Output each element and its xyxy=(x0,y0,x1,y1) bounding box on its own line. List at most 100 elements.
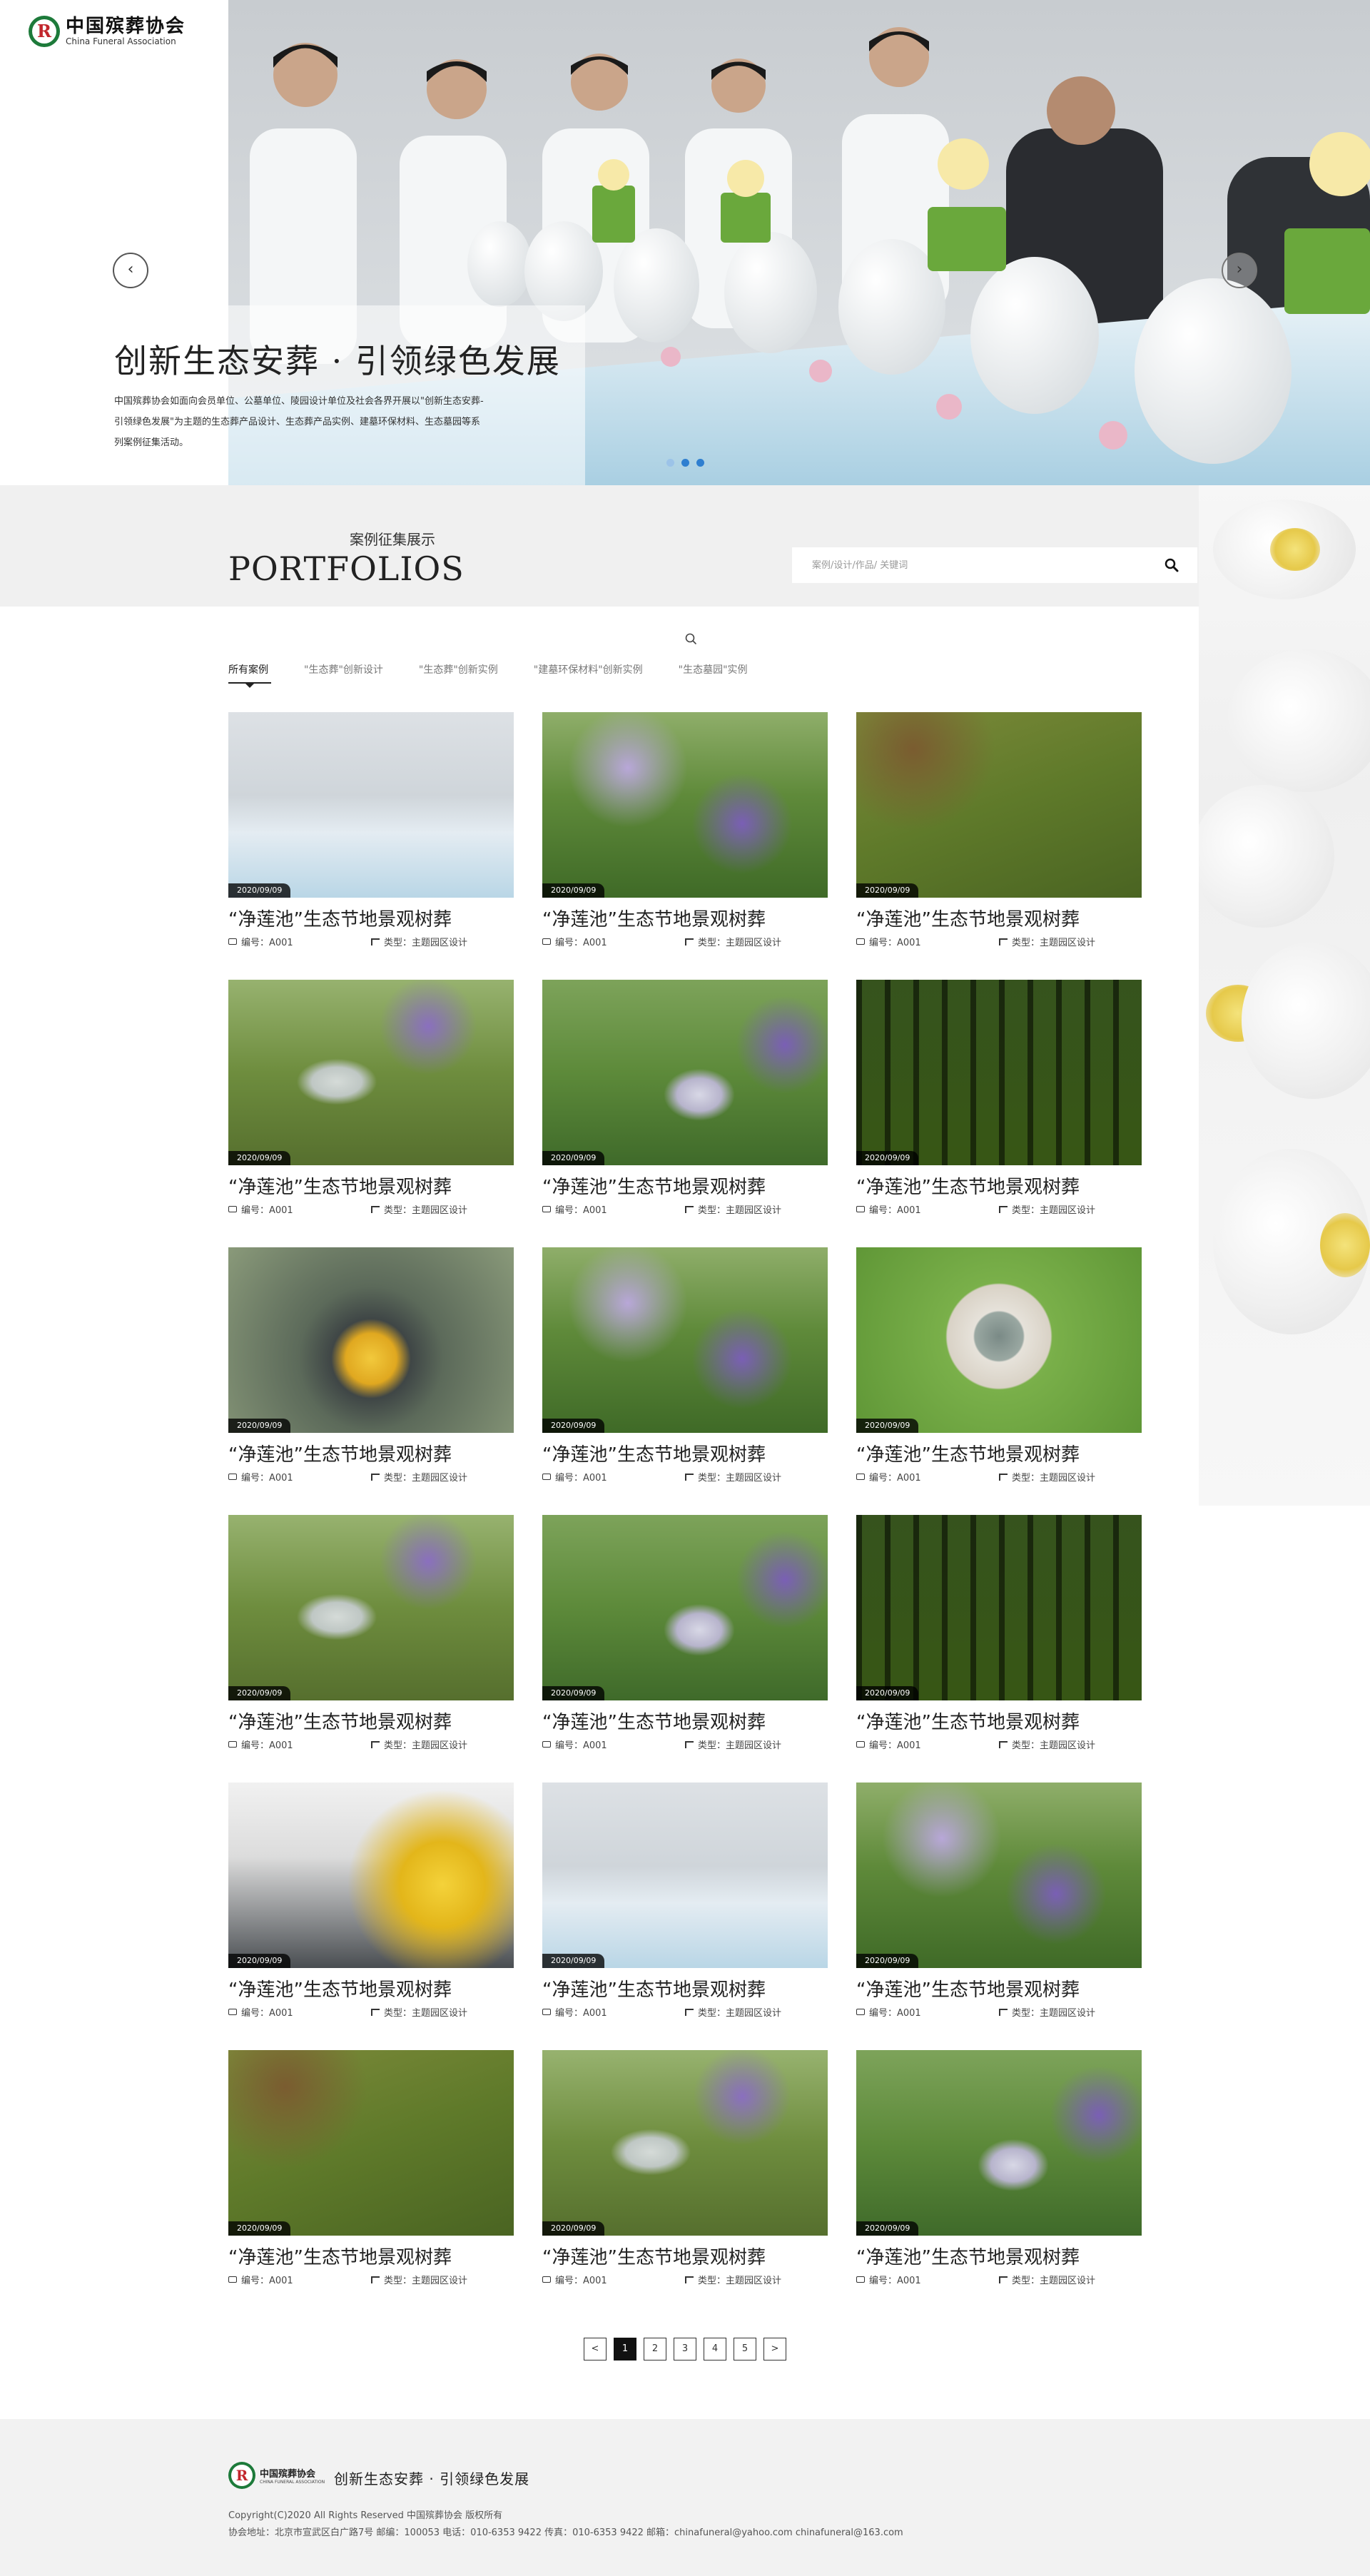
portfolio-card[interactable]: 2020/09/09 “净莲池”生态节地景观树葬编号：A001 类型：主题园区设计 xyxy=(228,1247,514,1515)
carousel-prev-button[interactable]: ‹ xyxy=(113,253,148,288)
search-bar xyxy=(792,547,1197,583)
tag-icon xyxy=(542,1206,551,1212)
portfolio-card[interactable]: 2020/09/09 “净莲池”生态节地景观树葬 编号：A001 类型：主题园区设计 xyxy=(856,712,1142,980)
carousel-next-button[interactable]: › xyxy=(1222,253,1257,288)
portfolio-card[interactable]: 2020/09/09 “净莲池”生态节地景观树葬 编号：A001 类型：主题园区设计 xyxy=(542,1247,828,1515)
carousel-dot[interactable] xyxy=(681,459,689,467)
card-title[interactable]: “净莲池”生态节地景观树葬 xyxy=(228,1979,514,2001)
card-code: 编号：A001 xyxy=(241,1473,293,1484)
card-code: 编号：A001 xyxy=(869,1205,921,1216)
site-logo[interactable]: 中国殡葬协会 China Funeral Association xyxy=(29,16,186,47)
filter-search-icon[interactable] xyxy=(683,631,699,646)
tab-category[interactable]: "生态葬"创新设计 xyxy=(304,662,383,684)
footer-logo[interactable]: 中国殡葬协会 CHINA FUNERAL ASSOCIATION xyxy=(228,2462,325,2489)
card-title[interactable]: “净莲池”生态节地景观树葬 xyxy=(856,909,1142,930)
card-title[interactable]: “净莲池”生态节地景观树葬 xyxy=(856,1177,1142,1198)
pagination-next-button[interactable]: > xyxy=(763,2338,786,2361)
card-thumbnail[interactable]: 2020/09/09 xyxy=(228,1247,514,1433)
carousel-dots xyxy=(666,459,704,467)
card-title[interactable]: “净莲池”生态节地景观树葬 xyxy=(856,1712,1142,1733)
card-thumbnail[interactable]: 2020/09/09 xyxy=(542,712,828,898)
card-thumbnail[interactable]: 2020/09/09 xyxy=(856,1515,1142,1700)
card-title[interactable]: “净莲池”生态节地景观树葬 xyxy=(542,2247,828,2268)
card-thumbnail[interactable]: 2020/09/09 xyxy=(228,1783,514,1968)
pagination-page-button[interactable]: 3 xyxy=(674,2338,696,2361)
portfolio-card[interactable]: 2020/09/09 “净莲池”生态节地景观树葬 编号：A001 类型：主题园区设计 xyxy=(856,1247,1142,1515)
carousel-dot[interactable] xyxy=(696,459,704,467)
tag-icon xyxy=(228,2276,237,2283)
category-icon xyxy=(999,1740,1008,1748)
portfolio-card[interactable]: 2020/09/09 “净莲池”生态节地景观树葬 编号：A001 类型：主题园区设计 xyxy=(228,2050,514,2318)
portfolio-card[interactable]: 2020/09/09 “净莲池”生态节地景观树葬编号：A001 类型：主题园区设计 xyxy=(228,1783,514,2050)
portfolio-card[interactable]: 2020/09/09 “净莲池”生态节地景观树葬 编号：A001 类型：主题园区设计 xyxy=(542,1515,828,1783)
card-type: 类型：主题园区设计 xyxy=(384,2276,468,2286)
card-date-badge: 2020/09/09 xyxy=(856,1686,919,1700)
pagination-page-button[interactable]: 1 xyxy=(614,2338,636,2361)
card-thumbnail[interactable]: 2020/09/09 xyxy=(856,2050,1142,2236)
footer-address: 协会地址：北京市宣武区白广路7号 邮编：100053 电话：010-6353 9… xyxy=(228,2527,903,2538)
search-icon[interactable] xyxy=(1163,557,1180,574)
portfolio-card[interactable]: 2020/09/09 “净莲池”生态节地景观树葬 编号：A001 类型：主题园区设计 xyxy=(542,2050,828,2318)
portfolio-card[interactable]: 2020/09/09 “净莲池”生态节地景观树葬 编号：A001 类型：主题园区设计 xyxy=(228,980,514,1247)
card-title[interactable]: “净莲池”生态节地景观树葬 xyxy=(228,909,514,930)
card-thumbnail[interactable]: 2020/09/09 xyxy=(542,1247,828,1433)
portfolio-card[interactable]: 2020/09/09 “净莲池”生态节地景观树葬 编号：A001 类型：主题园区设计 xyxy=(856,2050,1142,2318)
portfolio-card[interactable]: 2020/09/09 “净莲池”生态节地景观树葬 编号：A001 类型：主题园区设计 xyxy=(856,1515,1142,1783)
card-title[interactable]: “净莲池”生态节地景观树葬 xyxy=(542,909,828,930)
tab-category[interactable]: "建墓环保材料"创新实例 xyxy=(534,662,643,684)
portfolio-card[interactable]: 2020/09/09 “净莲池”生态节地景观树葬 编号：A001 类型：主题园区设计 xyxy=(856,980,1142,1247)
carousel-dot[interactable] xyxy=(666,459,674,467)
card-date-badge: 2020/09/09 xyxy=(542,1419,605,1433)
portfolio-card[interactable]: 2020/09/09 “净莲池”生态节地景观树葬编号：A001 类型：主题园区设计 xyxy=(856,1783,1142,2050)
tag-icon xyxy=(228,1474,237,1480)
card-thumbnail[interactable]: 2020/09/09 xyxy=(856,980,1142,1165)
tag-icon xyxy=(856,1474,865,1480)
card-title[interactable]: “净莲池”生态节地景观树葬 xyxy=(856,2247,1142,2268)
pagination-page-button[interactable]: 4 xyxy=(704,2338,726,2361)
card-thumbnail[interactable]: 2020/09/09 xyxy=(856,712,1142,898)
card-title[interactable]: “净莲池”生态节地景观树葬 xyxy=(228,2247,514,2268)
card-title[interactable]: “净莲池”生态节地景观树葬 xyxy=(856,1979,1142,2001)
card-thumbnail[interactable]: 2020/09/09 xyxy=(856,1783,1142,1968)
tag-icon xyxy=(228,1741,237,1748)
card-thumbnail[interactable]: 2020/09/09 xyxy=(542,980,828,1165)
tag-icon xyxy=(542,1741,551,1748)
card-title[interactable]: “净莲池”生态节地景观树葬 xyxy=(228,1712,514,1733)
card-title[interactable]: “净莲池”生态节地景观树葬 xyxy=(542,1177,828,1198)
card-meta: 编号：A001 类型：主题园区设计 xyxy=(228,1470,514,1484)
portfolio-card[interactable]: 2020/09/09 “净莲池”生态节地景观树葬 编号：A001 类型：主题园区设计 xyxy=(228,712,514,980)
category-icon xyxy=(999,1473,1008,1481)
search-input[interactable] xyxy=(812,547,1155,583)
pagination-page-button[interactable]: 2 xyxy=(644,2338,666,2361)
card-thumbnail[interactable]: 2020/09/09 xyxy=(228,1515,514,1700)
portfolio-card[interactable]: 2020/09/09 “净莲池”生态节地景观树葬 编号：A001 类型：主题园区设计 xyxy=(542,1783,828,2050)
category-icon xyxy=(371,1473,380,1481)
card-thumbnail[interactable]: 2020/09/09 xyxy=(228,980,514,1165)
card-title[interactable]: “净莲池”生态节地景观树葬 xyxy=(228,1444,514,1466)
tab-category[interactable]: 所有案例 xyxy=(228,662,271,688)
card-title[interactable]: “净莲池”生态节地景观树葬 xyxy=(228,1177,514,1198)
pagination-prev-button[interactable]: < xyxy=(584,2338,607,2361)
footer-logo-name-cn: 中国殡葬协会 xyxy=(260,2469,316,2480)
card-title[interactable]: “净莲池”生态节地景观树葬 xyxy=(542,1444,828,1466)
portfolio-card[interactable]: 2020/09/09 “净莲池”生态节地景观树葬 编号：A001 类型：主题园区设计 xyxy=(542,712,828,980)
card-thumbnail[interactable]: 2020/09/09 xyxy=(542,1783,828,1968)
card-thumbnail[interactable]: 2020/09/09 xyxy=(542,1515,828,1700)
card-thumbnail[interactable]: 2020/09/09 xyxy=(856,1247,1142,1433)
portfolio-card[interactable]: 2020/09/09 “净莲池”生态节地景观树葬 编号：A001 类型：主题园区设计 xyxy=(542,980,828,1247)
card-meta: 编号：A001 类型：主题园区设计 xyxy=(856,2005,1142,2019)
card-title[interactable]: “净莲池”生态节地景观树葬 xyxy=(542,1712,828,1733)
card-thumbnail[interactable]: 2020/09/09 xyxy=(228,712,514,898)
card-type: 类型：主题园区设计 xyxy=(384,938,468,948)
category-icon xyxy=(999,938,1008,945)
card-code: 编号：A001 xyxy=(555,938,607,948)
card-title[interactable]: “净莲池”生态节地景观树葬 xyxy=(542,1979,828,2001)
tab-category[interactable]: "生态葬"创新实例 xyxy=(419,662,498,684)
portfolio-card[interactable]: 2020/09/09 “净莲池”生态节地景观树葬 编号：A001 类型：主题园区设计 xyxy=(228,1515,514,1783)
card-thumbnail[interactable]: 2020/09/09 xyxy=(228,2050,514,2236)
tab-category[interactable]: "生态墓园"实例 xyxy=(679,662,748,684)
pagination-page-button[interactable]: 5 xyxy=(734,2338,756,2361)
card-meta: 编号：A001 类型：主题园区设计 xyxy=(228,2005,514,2019)
card-thumbnail[interactable]: 2020/09/09 xyxy=(542,2050,828,2236)
card-title[interactable]: “净莲池”生态节地景观树葬 xyxy=(856,1444,1142,1466)
